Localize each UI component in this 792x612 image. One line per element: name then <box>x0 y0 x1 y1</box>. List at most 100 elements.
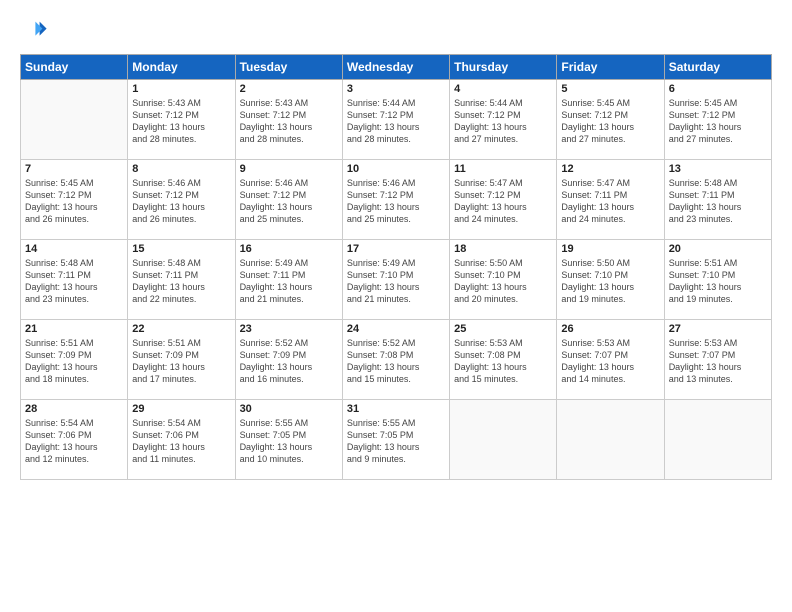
day-number: 4 <box>454 83 552 95</box>
day-number: 5 <box>561 83 659 95</box>
calendar-cell <box>21 80 128 160</box>
calendar-cell: 30 Sunrise: 5:55 AM Sunset: 7:05 PM Dayli… <box>235 400 342 480</box>
calendar-table: SundayMondayTuesdayWednesdayThursdayFrid… <box>20 54 772 480</box>
day-number: 27 <box>669 323 767 335</box>
day-number: 15 <box>132 243 230 255</box>
day-info: Sunrise: 5:51 AM Sunset: 7:10 PM Dayligh… <box>669 257 767 306</box>
day-info: Sunrise: 5:55 AM Sunset: 7:05 PM Dayligh… <box>347 417 445 466</box>
weekday-header-row: SundayMondayTuesdayWednesdayThursdayFrid… <box>21 55 772 80</box>
day-info: Sunrise: 5:53 AM Sunset: 7:07 PM Dayligh… <box>669 337 767 386</box>
calendar-header: SundayMondayTuesdayWednesdayThursdayFrid… <box>21 55 772 80</box>
day-number: 18 <box>454 243 552 255</box>
day-info: Sunrise: 5:47 AM Sunset: 7:11 PM Dayligh… <box>561 177 659 226</box>
day-info: Sunrise: 5:47 AM Sunset: 7:12 PM Dayligh… <box>454 177 552 226</box>
day-number: 14 <box>25 243 123 255</box>
weekday-wednesday: Wednesday <box>342 55 449 80</box>
day-number: 25 <box>454 323 552 335</box>
day-info: Sunrise: 5:49 AM Sunset: 7:10 PM Dayligh… <box>347 257 445 306</box>
day-number: 3 <box>347 83 445 95</box>
day-number: 13 <box>669 163 767 175</box>
calendar-cell: 17Sunrise: 5:49 AM Sunset: 7:10 PM Dayli… <box>342 240 449 320</box>
calendar-cell: 20Sunrise: 5:51 AM Sunset: 7:10 PM Dayli… <box>664 240 771 320</box>
day-info: Sunrise: 5:45 AM Sunset: 7:12 PM Dayligh… <box>25 177 123 226</box>
day-info: Sunrise: 5:53 AM Sunset: 7:08 PM Dayligh… <box>454 337 552 386</box>
calendar-cell <box>664 400 771 480</box>
calendar-cell: 6 Sunrise: 5:45 AM Sunset: 7:12 PM Daylig… <box>664 80 771 160</box>
day-number: 19 <box>561 243 659 255</box>
header <box>20 16 772 44</box>
calendar-cell: 10Sunrise: 5:46 AM Sunset: 7:12 PM Dayli… <box>342 160 449 240</box>
day-number: 2 <box>240 83 338 95</box>
day-info: Sunrise: 5:55 AM Sunset: 7:05 PM Dayligh… <box>240 417 338 466</box>
weekday-saturday: Saturday <box>664 55 771 80</box>
day-info: Sunrise: 5:50 AM Sunset: 7:10 PM Dayligh… <box>454 257 552 306</box>
logo-icon <box>20 16 48 44</box>
day-info: Sunrise: 5:54 AM Sunset: 7:06 PM Dayligh… <box>25 417 123 466</box>
day-info: Sunrise: 5:46 AM Sunset: 7:12 PM Dayligh… <box>347 177 445 226</box>
day-number: 30 <box>240 403 338 415</box>
day-info: Sunrise: 5:45 AM Sunset: 7:12 PM Dayligh… <box>669 97 767 146</box>
day-info: Sunrise: 5:51 AM Sunset: 7:09 PM Dayligh… <box>132 337 230 386</box>
calendar-cell <box>450 400 557 480</box>
day-info: Sunrise: 5:53 AM Sunset: 7:07 PM Dayligh… <box>561 337 659 386</box>
calendar-cell: 1 Sunrise: 5:43 AM Sunset: 7:12 PM Daylig… <box>128 80 235 160</box>
calendar-week-row: 21 Sunrise: 5:51 AM Sunset: 7:09 PM Dayli… <box>21 320 772 400</box>
calendar-cell: 3 Sunrise: 5:44 AM Sunset: 7:12 PM Daylig… <box>342 80 449 160</box>
calendar-cell: 24 Sunrise: 5:52 AM Sunset: 7:08 PM Dayli… <box>342 320 449 400</box>
day-number: 6 <box>669 83 767 95</box>
day-number: 7 <box>25 163 123 175</box>
day-info: Sunrise: 5:48 AM Sunset: 7:11 PM Dayligh… <box>669 177 767 226</box>
calendar-cell <box>557 400 664 480</box>
calendar-cell: 29Sunrise: 5:54 AM Sunset: 7:06 PM Dayli… <box>128 400 235 480</box>
calendar-cell: 13 Sunrise: 5:48 AM Sunset: 7:11 PM Dayli… <box>664 160 771 240</box>
calendar-cell: 8 Sunrise: 5:46 AM Sunset: 7:12 PM Daylig… <box>128 160 235 240</box>
calendar-cell: 12 Sunrise: 5:47 AM Sunset: 7:11 PM Dayli… <box>557 160 664 240</box>
calendar-cell: 21 Sunrise: 5:51 AM Sunset: 7:09 PM Dayli… <box>21 320 128 400</box>
day-number: 12 <box>561 163 659 175</box>
calendar-cell: 16Sunrise: 5:49 AM Sunset: 7:11 PM Dayli… <box>235 240 342 320</box>
calendar-week-row: 14 Sunrise: 5:48 AM Sunset: 7:11 PM Dayli… <box>21 240 772 320</box>
day-info: Sunrise: 5:46 AM Sunset: 7:12 PM Dayligh… <box>240 177 338 226</box>
calendar-week-row: 7 Sunrise: 5:45 AM Sunset: 7:12 PM Daylig… <box>21 160 772 240</box>
day-info: Sunrise: 5:52 AM Sunset: 7:08 PM Dayligh… <box>347 337 445 386</box>
calendar-cell: 22Sunrise: 5:51 AM Sunset: 7:09 PM Dayli… <box>128 320 235 400</box>
weekday-tuesday: Tuesday <box>235 55 342 80</box>
calendar-cell: 7 Sunrise: 5:45 AM Sunset: 7:12 PM Daylig… <box>21 160 128 240</box>
day-info: Sunrise: 5:46 AM Sunset: 7:12 PM Dayligh… <box>132 177 230 226</box>
calendar-cell: 25 Sunrise: 5:53 AM Sunset: 7:08 PM Dayli… <box>450 320 557 400</box>
calendar-body: 1 Sunrise: 5:43 AM Sunset: 7:12 PM Daylig… <box>21 80 772 480</box>
weekday-sunday: Sunday <box>21 55 128 80</box>
day-info: Sunrise: 5:48 AM Sunset: 7:11 PM Dayligh… <box>132 257 230 306</box>
calendar-week-row: 1 Sunrise: 5:43 AM Sunset: 7:12 PM Daylig… <box>21 80 772 160</box>
day-number: 26 <box>561 323 659 335</box>
day-number: 21 <box>25 323 123 335</box>
day-number: 9 <box>240 163 338 175</box>
day-number: 8 <box>132 163 230 175</box>
calendar-cell: 14 Sunrise: 5:48 AM Sunset: 7:11 PM Dayli… <box>21 240 128 320</box>
calendar-cell: 2 Sunrise: 5:43 AM Sunset: 7:12 PM Daylig… <box>235 80 342 160</box>
day-number: 24 <box>347 323 445 335</box>
day-number: 31 <box>347 403 445 415</box>
page: SundayMondayTuesdayWednesdayThursdayFrid… <box>0 0 792 612</box>
calendar-cell: 5 Sunrise: 5:45 AM Sunset: 7:12 PM Daylig… <box>557 80 664 160</box>
calendar-cell: 11 Sunrise: 5:47 AM Sunset: 7:12 PM Dayli… <box>450 160 557 240</box>
day-info: Sunrise: 5:44 AM Sunset: 7:12 PM Dayligh… <box>347 97 445 146</box>
day-number: 29 <box>132 403 230 415</box>
day-info: Sunrise: 5:44 AM Sunset: 7:12 PM Dayligh… <box>454 97 552 146</box>
day-info: Sunrise: 5:43 AM Sunset: 7:12 PM Dayligh… <box>132 97 230 146</box>
weekday-friday: Friday <box>557 55 664 80</box>
calendar-cell: 9 Sunrise: 5:46 AM Sunset: 7:12 PM Daylig… <box>235 160 342 240</box>
day-info: Sunrise: 5:45 AM Sunset: 7:12 PM Dayligh… <box>561 97 659 146</box>
calendar-cell: 18 Sunrise: 5:50 AM Sunset: 7:10 PM Dayli… <box>450 240 557 320</box>
calendar-cell: 28 Sunrise: 5:54 AM Sunset: 7:06 PM Dayli… <box>21 400 128 480</box>
day-info: Sunrise: 5:52 AM Sunset: 7:09 PM Dayligh… <box>240 337 338 386</box>
day-number: 11 <box>454 163 552 175</box>
day-info: Sunrise: 5:48 AM Sunset: 7:11 PM Dayligh… <box>25 257 123 306</box>
day-info: Sunrise: 5:51 AM Sunset: 7:09 PM Dayligh… <box>25 337 123 386</box>
calendar-cell: 26 Sunrise: 5:53 AM Sunset: 7:07 PM Dayli… <box>557 320 664 400</box>
day-number: 1 <box>132 83 230 95</box>
calendar-cell: 31 Sunrise: 5:55 AM Sunset: 7:05 PM Dayli… <box>342 400 449 480</box>
day-number: 28 <box>25 403 123 415</box>
day-info: Sunrise: 5:43 AM Sunset: 7:12 PM Dayligh… <box>240 97 338 146</box>
calendar-week-row: 28 Sunrise: 5:54 AM Sunset: 7:06 PM Dayli… <box>21 400 772 480</box>
